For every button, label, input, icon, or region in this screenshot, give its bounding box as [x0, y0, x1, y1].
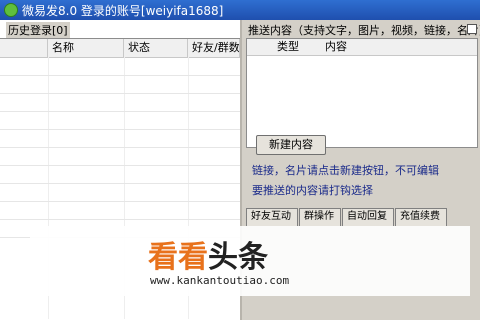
- watermark-logo-text: 看看头条: [148, 232, 268, 276]
- watermark-text-part1: 看看: [148, 240, 208, 275]
- new-content-button[interactable]: 新建内容: [256, 135, 326, 155]
- title-bar: 微易发8.0 登录的账号[weiyifa1688]: [0, 0, 480, 20]
- row-divider: [0, 129, 240, 130]
- column-header-name[interactable]: 名称: [48, 39, 124, 57]
- tab-group-ops[interactable]: 群操作: [299, 208, 341, 226]
- window-title: 微易发8.0 登录的账号[weiyifa1688]: [22, 4, 224, 18]
- row-divider: [0, 93, 240, 94]
- select-note: 要推送的内容请打钩选择: [252, 184, 373, 197]
- column-header-type[interactable]: 类型: [277, 39, 323, 55]
- row-divider: [0, 219, 240, 220]
- column-header-blank: [0, 39, 48, 57]
- push-content-label: 推送内容（支持文字，图片，视频，链接，名片）: [248, 24, 480, 37]
- edit-note: 链接，名片请点击新建按钮，不可编辑: [252, 164, 439, 177]
- push-table-header: 类型 内容: [247, 39, 477, 56]
- row-divider: [0, 75, 240, 76]
- push-content-table[interactable]: 类型 内容: [246, 38, 478, 148]
- history-label: 历史登录[0]: [6, 22, 70, 38]
- watermark-text-part2: 头条: [208, 240, 268, 275]
- watermark: 看看头条 www.kankantoutiao.com: [30, 226, 470, 296]
- select-all-checkbox[interactable]: [467, 24, 477, 34]
- tab-recharge[interactable]: 充值续费: [395, 208, 447, 226]
- tab-friend-interaction[interactable]: 好友互动: [246, 208, 298, 226]
- history-header: 名称 状态 好友/群数: [0, 39, 240, 58]
- watermark-url: www.kankantoutiao.com: [150, 274, 290, 287]
- row-divider: [0, 147, 240, 148]
- row-divider: [0, 201, 240, 202]
- column-header-status[interactable]: 状态: [124, 39, 188, 57]
- row-divider: [0, 165, 240, 166]
- row-divider: [0, 183, 240, 184]
- tab-auto-reply[interactable]: 自动回复: [342, 208, 394, 226]
- row-divider: [0, 111, 240, 112]
- column-header-content[interactable]: 内容: [325, 39, 405, 55]
- app-icon: [4, 3, 18, 17]
- column-header-friends[interactable]: 好友/群数: [188, 39, 240, 57]
